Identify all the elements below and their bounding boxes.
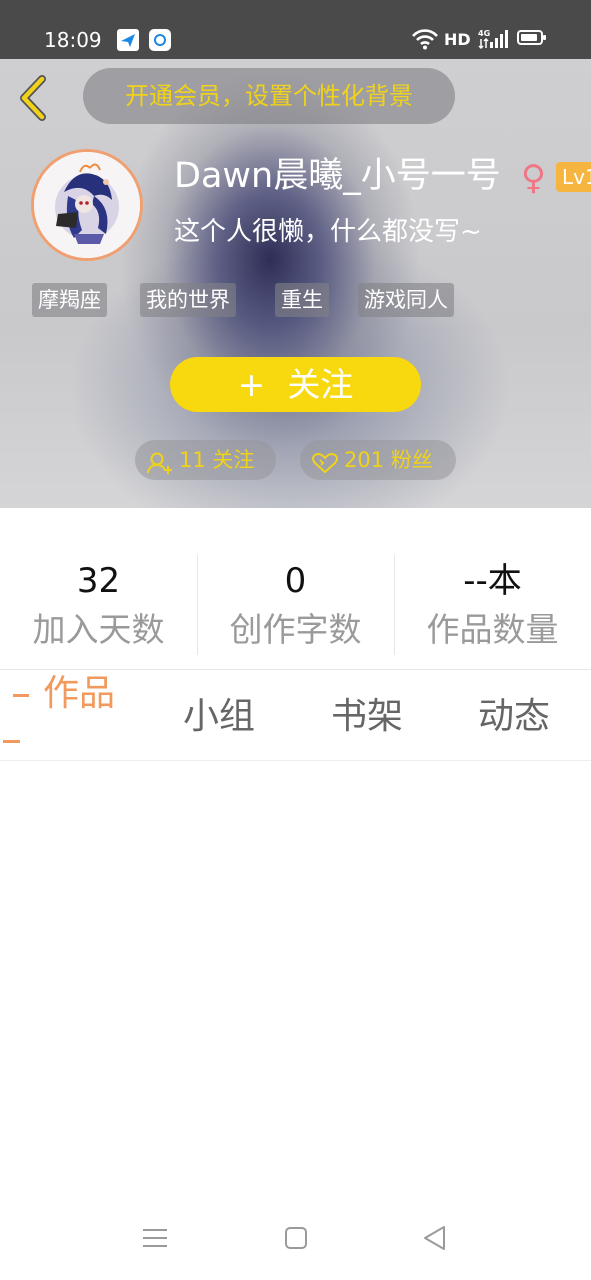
svg-text:4G: 4G bbox=[478, 29, 490, 38]
stat-word-count: 0 创作字数 bbox=[197, 508, 394, 670]
female-gender-icon: ♀ bbox=[521, 158, 546, 198]
plus-icon: + bbox=[237, 365, 266, 404]
stat-value: --本 bbox=[463, 561, 522, 601]
battery-icon bbox=[517, 30, 546, 45]
stat-value: 0 bbox=[284, 561, 307, 601]
wifi-icon bbox=[411, 28, 439, 54]
tab-indicator bbox=[3, 740, 20, 743]
back-triangle-icon bbox=[424, 1226, 445, 1250]
tab-works[interactable]: 作品 bbox=[43, 671, 115, 717]
following-count-button[interactable]: 11 关注 bbox=[135, 440, 276, 480]
home-square-icon bbox=[285, 1227, 307, 1249]
follow-button-label: 关注 bbox=[287, 365, 354, 404]
level-badge: Lv1 bbox=[556, 162, 591, 192]
profile-header: 开通会员，设置个性化背景 Dawn晨曦_小号一号 ♀ Lv1 这个人很懒，什么都… bbox=[0, 59, 591, 508]
following-count: 11 关注 bbox=[179, 448, 255, 472]
stat-join-days: 32 加入天数 bbox=[0, 508, 197, 670]
stats-row: 32 加入天数 0 创作字数 --本 作品数量 bbox=[0, 508, 591, 670]
tab-groups[interactable]: 小组 bbox=[183, 694, 255, 740]
avatar[interactable] bbox=[31, 149, 143, 261]
user-bio: 这个人很懒，什么都没写~ bbox=[174, 217, 482, 247]
fans-count-button[interactable]: 201 粉丝 bbox=[300, 440, 456, 480]
app-notification-icon bbox=[117, 29, 139, 51]
username: Dawn晨曦_小号一号 bbox=[174, 156, 501, 196]
vip-banner[interactable]: 开通会员，设置个性化背景 bbox=[83, 68, 455, 124]
menu-icon bbox=[143, 1229, 167, 1247]
stat-works-count: --本 作品数量 bbox=[394, 508, 591, 670]
stat-label: 作品数量 bbox=[426, 610, 559, 649]
status-bar: 18:09 HD 4G bbox=[0, 0, 591, 59]
app-notification-icon-2 bbox=[149, 29, 171, 51]
tab-indicator bbox=[13, 694, 29, 697]
back-nav-button[interactable] bbox=[422, 1224, 448, 1256]
system-nav-bar bbox=[0, 1200, 591, 1280]
tag-minecraft[interactable]: 我的世界 bbox=[140, 283, 236, 317]
menu-button[interactable] bbox=[142, 1224, 168, 1256]
network-type-label: HD bbox=[444, 30, 471, 49]
tag-zodiac[interactable]: 摩羯座 bbox=[32, 283, 107, 317]
signal-4g-icon: 4G bbox=[478, 28, 510, 54]
profile-tabs: 作品 小组 书架 动态 bbox=[0, 669, 591, 761]
follow-button[interactable]: + 关注 bbox=[170, 357, 421, 412]
chevron-left-icon bbox=[20, 75, 46, 121]
tag-rebirth[interactable]: 重生 bbox=[275, 283, 329, 317]
fans-count: 201 粉丝 bbox=[344, 448, 433, 472]
back-button[interactable] bbox=[14, 73, 58, 123]
user-plus-icon bbox=[146, 448, 174, 488]
tab-activity[interactable]: 动态 bbox=[478, 694, 550, 740]
stat-label: 加入天数 bbox=[32, 610, 165, 649]
avatar-image bbox=[34, 152, 140, 258]
status-time: 18:09 bbox=[44, 28, 102, 52]
heart-icon bbox=[311, 448, 339, 488]
home-button[interactable] bbox=[283, 1224, 309, 1256]
tab-bookshelf[interactable]: 书架 bbox=[331, 694, 403, 740]
tag-game-fanfic[interactable]: 游戏同人 bbox=[358, 283, 454, 317]
stat-label: 创作字数 bbox=[229, 610, 362, 649]
stat-value: 32 bbox=[76, 561, 121, 601]
